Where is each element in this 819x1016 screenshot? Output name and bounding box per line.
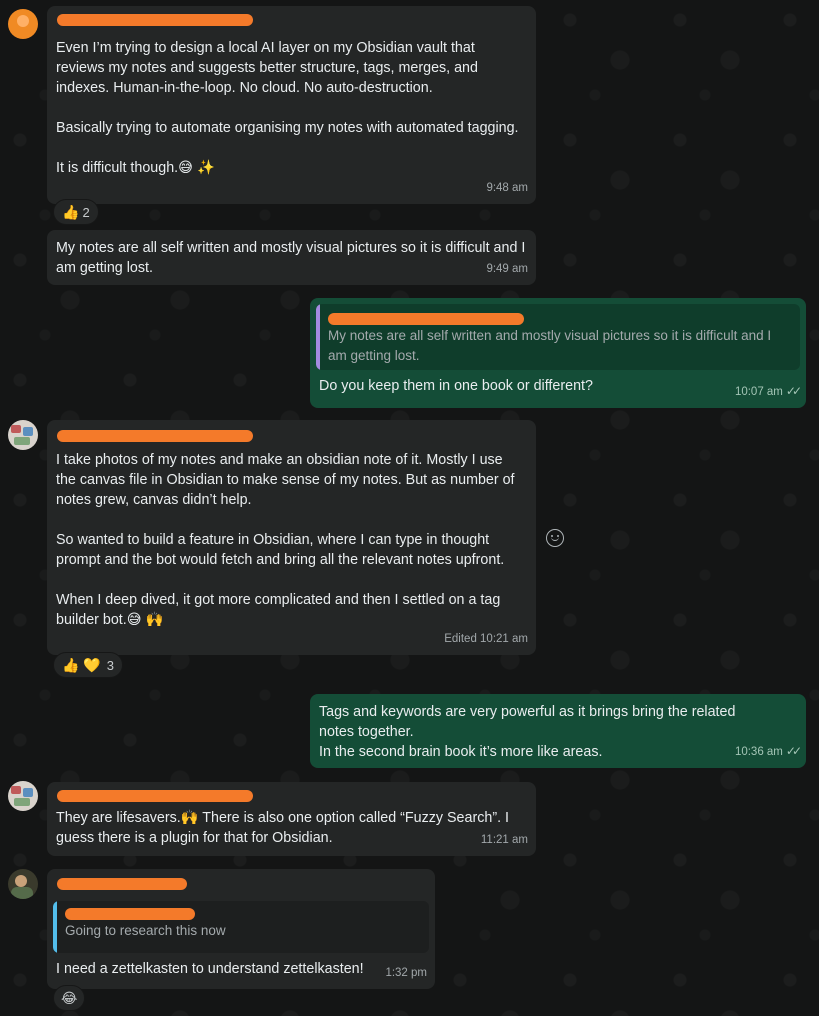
- message-text: Do you keep them in one book or differen…: [319, 378, 593, 394]
- message-bubble[interactable]: Going to research this now I need a zett…: [47, 869, 435, 989]
- message-bubble[interactable]: My notes are all self written and mostly…: [310, 298, 806, 408]
- message-text: Tags and keywords are very powerful as i…: [319, 704, 736, 760]
- message-bubble[interactable]: My notes are all self written and mostly…: [47, 230, 536, 285]
- message-timestamp: 9:49 am: [486, 263, 528, 275]
- redacted-quoted-name: [65, 908, 195, 920]
- message-timestamp: 9:48 am: [486, 182, 528, 194]
- timestamp-value: 10:07 am: [734, 386, 783, 398]
- message-bubble[interactable]: They are lifesavers.🙌 There is also one …: [47, 782, 536, 856]
- redacted-quoted-name: [328, 313, 524, 325]
- quoted-message[interactable]: Going to research this now: [53, 901, 429, 953]
- avatar[interactable]: [8, 869, 38, 899]
- timestamp-value: 10:36 am: [734, 746, 783, 758]
- reaction-count: 2: [82, 204, 90, 220]
- message-text: My notes are all self written and mostly…: [56, 240, 530, 276]
- emoji-react-icon[interactable]: [546, 529, 564, 547]
- quoted-text: Going to research this now: [65, 923, 226, 938]
- quoted-text: My notes are all self written and mostly…: [328, 328, 772, 363]
- message-text: Even I’m trying to design a local AI lay…: [56, 40, 519, 176]
- message-bubble[interactable]: I take photos of my notes and make an ob…: [47, 420, 536, 655]
- message-text: They are lifesavers.🙌 There is also one …: [56, 810, 513, 846]
- redacted-sender-name: [57, 430, 253, 442]
- redacted-sender-name: [57, 14, 253, 26]
- avatar[interactable]: [8, 420, 38, 450]
- message-timestamp: 1:32 pm: [385, 967, 427, 979]
- thumbs-up-heart-icon: 👍 💛: [62, 657, 101, 673]
- redacted-sender-name: [57, 878, 187, 890]
- message-bubble[interactable]: Even I’m trying to design a local AI lay…: [47, 6, 536, 204]
- reaction-chip[interactable]: 😂: [53, 985, 86, 1011]
- message-timestamp: Edited 10:21 am: [444, 633, 528, 645]
- thumbs-up-icon: 👍: [62, 204, 80, 220]
- message-timestamp: 10:07 am ✓✓: [734, 381, 802, 402]
- message-bubble[interactable]: Tags and keywords are very powerful as i…: [310, 694, 806, 768]
- reaction-count: 3: [106, 657, 114, 673]
- read-receipt-icon: ✓✓: [785, 744, 802, 758]
- redacted-sender-name: [57, 790, 253, 802]
- message-text: I need a zettelkasten to understand zett…: [56, 961, 364, 977]
- avatar[interactable]: [8, 9, 38, 39]
- laughing-face-icon: 😂: [61, 990, 78, 1006]
- quoted-message[interactable]: My notes are all self written and mostly…: [316, 304, 800, 370]
- avatar[interactable]: [8, 781, 38, 811]
- message-timestamp: 11:21 am: [480, 834, 528, 846]
- reaction-chip[interactable]: 👍 2: [53, 199, 99, 225]
- message-text: I take photos of my notes and make an ob…: [56, 452, 515, 628]
- reaction-chip[interactable]: 👍 💛 3: [53, 652, 123, 678]
- read-receipt-icon: ✓✓: [785, 384, 802, 398]
- message-timestamp: 10:36 am ✓✓: [734, 741, 802, 762]
